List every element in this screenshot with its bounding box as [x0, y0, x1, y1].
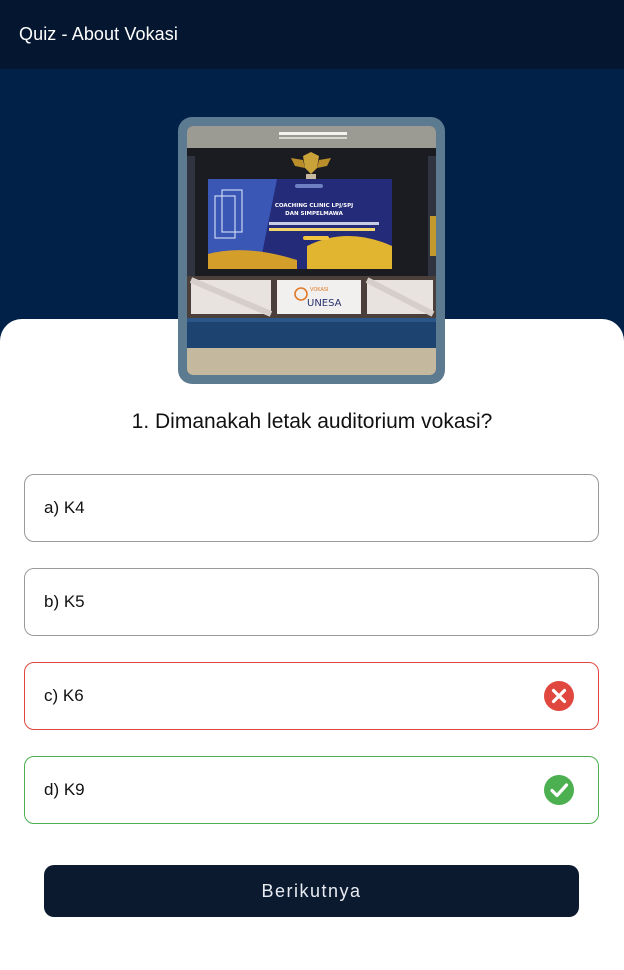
app-bar: Quiz - About Vokasi: [0, 0, 624, 69]
option-b-label: b) K5: [44, 592, 85, 611]
banner-line-2: DAN SIMPELMAWA: [285, 211, 343, 217]
option-c[interactable]: c) K6: [24, 662, 599, 730]
option-a[interactable]: a) K4: [24, 474, 599, 542]
banner-line-1: COACHING CLINIC LPJ/SPJ: [275, 203, 353, 209]
option-c-label: c) K6: [44, 686, 84, 705]
correct-check-icon: [544, 775, 574, 805]
option-a-label: a) K4: [44, 498, 85, 517]
wrong-cross-icon: [544, 681, 574, 711]
next-button[interactable]: Berikutnya: [44, 865, 579, 917]
logo-top-text: VOKASI: [310, 287, 329, 293]
app-bar-title: Quiz - About Vokasi: [19, 24, 178, 44]
option-d[interactable]: d) K9: [24, 756, 599, 824]
option-d-label: d) K9: [44, 780, 85, 799]
auditorium-photo: COACHING CLINIC LPJ/SPJ DAN SIMPELMAWA V…: [187, 126, 436, 375]
question-image-frame: COACHING CLINIC LPJ/SPJ DAN SIMPELMAWA V…: [178, 117, 445, 384]
question-text: 1. Dimanakah letak auditorium vokasi?: [131, 410, 493, 433]
option-b[interactable]: b) K5: [24, 568, 599, 636]
logo-bottom-text: UNESA: [307, 298, 342, 309]
